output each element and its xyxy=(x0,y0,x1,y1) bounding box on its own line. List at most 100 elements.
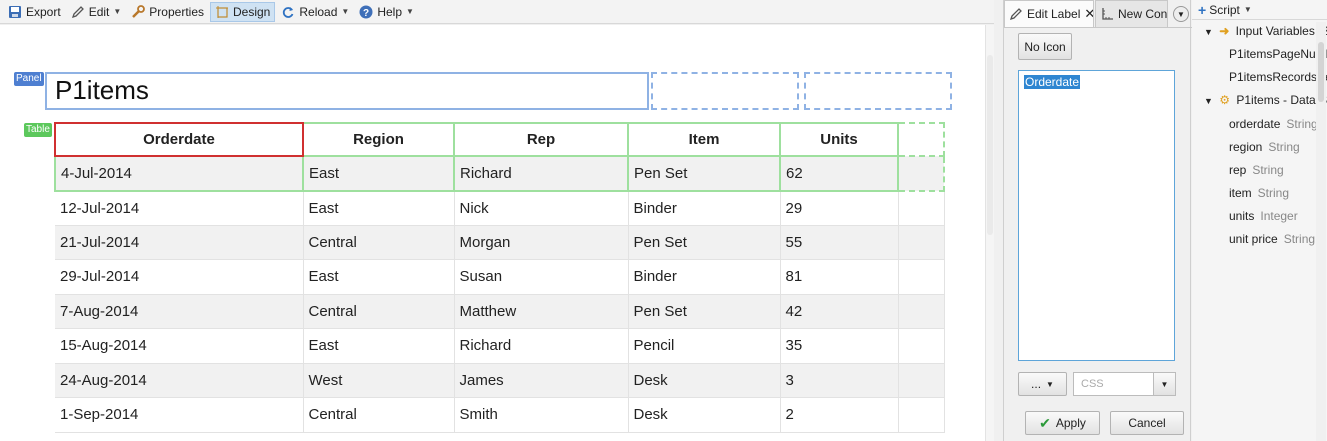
table-cell: Richard xyxy=(454,328,629,364)
css-select[interactable]: CSS ▼ xyxy=(1073,372,1176,396)
ruler-icon xyxy=(1100,7,1114,21)
column-header-empty[interactable] xyxy=(897,122,945,157)
export-button[interactable]: Export xyxy=(4,2,65,22)
help-button[interactable]: ? Help ▼ xyxy=(355,2,418,22)
more-label: ... xyxy=(1031,377,1042,391)
table-row[interactable]: 7-Aug-2014 Central Matthew Pen Set 42 xyxy=(55,294,945,329)
tree-leaf-field[interactable]: item String xyxy=(1229,186,1289,200)
scrollbar-thumb[interactable] xyxy=(987,55,993,235)
table-cell: 21-Jul-2014 xyxy=(55,225,304,260)
field-type: String xyxy=(1283,232,1316,246)
table-cell[interactable]: 62 xyxy=(779,155,899,192)
table-tag[interactable]: Table xyxy=(24,123,52,137)
table-cell: 3 xyxy=(780,363,899,398)
table-cell: Central xyxy=(303,397,455,433)
help-icon: ? xyxy=(359,5,373,19)
tree-leaf-field[interactable]: units Integer xyxy=(1229,209,1298,223)
properties-label: Properties xyxy=(149,4,204,19)
field-type: String xyxy=(1268,140,1300,154)
table-row[interactable]: 4-Jul-2014 East Richard Pen Set 62 xyxy=(54,155,945,192)
column-header-item[interactable]: Item xyxy=(627,122,781,157)
design-label: Design xyxy=(233,4,271,19)
script-menu[interactable]: + Script ▼ xyxy=(1192,0,1327,20)
column-header-rep[interactable]: Rep xyxy=(453,122,629,157)
chevron-down-icon: ▼ xyxy=(1243,5,1252,14)
table-row[interactable]: 21-Jul-2014 Central Morgan Pen Set 55 xyxy=(55,225,945,260)
toolbar: Export Edit ▼ Properties Design Reload ▼ ? xyxy=(0,0,994,24)
canvas-scrollbar[interactable] xyxy=(985,25,994,441)
table-cell[interactable]: East xyxy=(302,155,455,192)
editor-tabs: Edit Label ✕ New Con ▼ xyxy=(1004,0,1192,28)
table-row[interactable]: 15-Aug-2014 East Richard Pencil 35 xyxy=(55,328,945,364)
table-cell: James xyxy=(454,363,629,398)
tab-new-con[interactable]: New Con xyxy=(1095,0,1168,27)
empty-cell-placeholder[interactable] xyxy=(651,72,799,110)
table-cell: 12-Jul-2014 xyxy=(55,190,304,226)
table-row[interactable]: 12-Jul-2014 East Nick Binder 29 xyxy=(55,190,945,226)
label-text-editor[interactable]: Orderdate xyxy=(1018,70,1175,361)
design-button[interactable]: Design xyxy=(210,1,276,22)
table-row[interactable]: 29-Jul-2014 East Susan Binder 81 xyxy=(55,259,945,295)
table-header-row: Orderdate Region Rep Item Units xyxy=(54,122,945,157)
css-placeholder: CSS xyxy=(1081,378,1104,390)
tree-label: Input Variables (2 xyxy=(1235,24,1327,38)
data-table: Orderdate Region Rep Item Units 4-Jul-20… xyxy=(54,122,945,433)
apply-button[interactable]: ✔ Apply xyxy=(1025,411,1100,435)
table-cell: 15-Aug-2014 xyxy=(55,328,304,364)
column-header-region[interactable]: Region xyxy=(302,122,455,157)
column-header-orderdate[interactable]: Orderdate xyxy=(54,122,304,157)
table-cell xyxy=(898,294,945,329)
table-cell: East xyxy=(303,328,455,364)
table-cell: East xyxy=(303,259,455,295)
more-options-button[interactable]: ... ▼ xyxy=(1018,372,1067,396)
tab-label: Edit Label xyxy=(1027,7,1081,21)
table-cell: Pen Set xyxy=(628,294,781,329)
chevron-down-icon[interactable]: ▼ xyxy=(1153,373,1175,395)
tree-node-datasource[interactable]: ▼ ⚙ P1items - Data S xyxy=(1204,93,1327,107)
tree-leaf-variable[interactable]: P1itemsPageNumb xyxy=(1229,47,1327,61)
column-header-units[interactable]: Units xyxy=(779,122,899,157)
apply-label: Apply xyxy=(1055,416,1086,430)
tree-leaf-field[interactable]: region String xyxy=(1229,140,1300,154)
field-name: unit price xyxy=(1229,232,1278,246)
table-cell[interactable] xyxy=(897,155,945,192)
field-name: rep xyxy=(1229,163,1247,177)
tree-leaf-field[interactable]: unit price String xyxy=(1229,232,1315,246)
empty-cell-placeholder[interactable] xyxy=(804,72,952,110)
table-row[interactable]: 24-Aug-2014 West James Desk 3 xyxy=(55,363,945,398)
scrollbar-thumb[interactable] xyxy=(1318,42,1324,102)
table-cell xyxy=(898,397,945,433)
tab-edit-label[interactable]: Edit Label ✕ xyxy=(1004,0,1094,27)
table-cell[interactable]: 4-Jul-2014 xyxy=(54,155,304,192)
table-cell xyxy=(898,328,945,364)
script-panel-scrollbar[interactable] xyxy=(1316,22,1326,441)
panel-tag[interactable]: Panel xyxy=(14,72,44,86)
tab-menu-icon[interactable]: ▼ xyxy=(1173,6,1189,22)
no-icon-button[interactable]: No Icon xyxy=(1018,33,1072,60)
gears-icon: ⚙ xyxy=(1219,93,1231,107)
tree-leaf-field[interactable]: rep String xyxy=(1229,163,1284,177)
page-title[interactable]: P1items xyxy=(45,72,649,110)
table-cell[interactable]: Pen Set xyxy=(627,155,781,192)
reload-button[interactable]: Reload ▼ xyxy=(277,2,353,22)
expand-icon[interactable]: ▼ xyxy=(1204,27,1213,37)
chevron-down-icon: ▼ xyxy=(1046,379,1054,389)
close-icon[interactable]: ✕ xyxy=(1084,6,1093,22)
properties-button[interactable]: Properties xyxy=(127,2,208,22)
table-cell xyxy=(898,363,945,398)
table-row[interactable]: 1-Sep-2014 Central Smith Desk 2 xyxy=(55,397,945,433)
plus-icon: + xyxy=(1198,1,1207,18)
edit-button[interactable]: Edit ▼ xyxy=(67,2,126,22)
tree-leaf-field[interactable]: orderdate String xyxy=(1229,117,1318,131)
expand-icon[interactable]: ▼ xyxy=(1204,96,1213,106)
tree-leaf-variable[interactable]: P1itemsRecordsPe xyxy=(1229,70,1327,84)
export-icon xyxy=(8,5,22,19)
table-cell: Pencil xyxy=(628,328,781,364)
tree-node-input-variables[interactable]: ▼ ➜ Input Variables (2 xyxy=(1204,24,1327,38)
table-cell: 81 xyxy=(780,259,899,295)
field-name: orderdate xyxy=(1229,117,1281,131)
cancel-button[interactable]: Cancel xyxy=(1110,411,1184,435)
table-cell[interactable]: Richard xyxy=(453,155,629,192)
table-cell: Morgan xyxy=(454,225,629,260)
design-canvas[interactable]: Panel P1items Table Orderdate Region Rep… xyxy=(0,25,985,441)
